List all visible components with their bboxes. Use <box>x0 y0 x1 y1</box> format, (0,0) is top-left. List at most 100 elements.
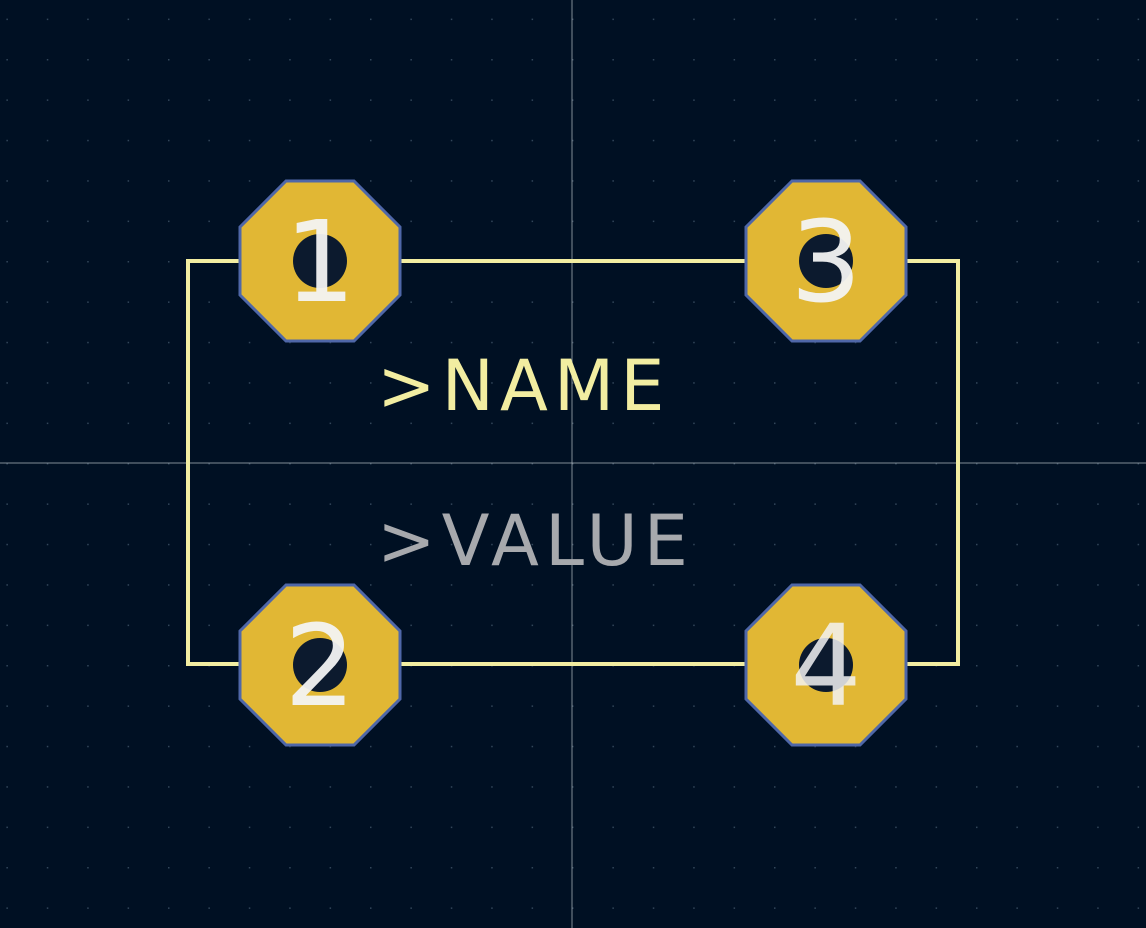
grid-dot <box>370 59 372 61</box>
grid-dot <box>774 584 776 586</box>
grid-dot <box>127 59 130 61</box>
grid-dot <box>329 59 332 61</box>
grid-dot <box>612 907 614 909</box>
grid-dot <box>895 786 897 788</box>
grid-dot <box>46 382 49 384</box>
grid-dot <box>1137 180 1140 182</box>
grid-dot <box>1097 341 1099 344</box>
grid-dot <box>935 301 938 303</box>
grid-dot <box>289 826 291 829</box>
grid-dot <box>248 382 251 384</box>
grid-dot <box>168 301 170 303</box>
grid-dot <box>935 826 938 829</box>
grid-dot <box>87 907 89 909</box>
value-reference-text[interactable]: >VALUE <box>377 500 694 582</box>
grid-dot <box>935 59 938 61</box>
grid-dot <box>168 907 170 909</box>
grid-dot <box>491 99 493 101</box>
grid-dot <box>168 745 170 748</box>
grid-dot <box>87 665 89 667</box>
name-reference-text[interactable]: >NAME <box>377 345 671 427</box>
grid-dot <box>127 745 130 748</box>
grid-dot <box>652 301 655 303</box>
grid-dot <box>87 745 89 748</box>
grid-dot <box>289 543 291 546</box>
grid-dot <box>491 59 493 61</box>
grid-dot <box>976 180 978 182</box>
grid-dot <box>531 341 534 344</box>
grid-dot <box>329 422 332 425</box>
grid-dot <box>87 867 89 869</box>
grid-dot <box>693 624 695 627</box>
grid-dot <box>248 543 251 546</box>
grid-dot <box>693 99 695 101</box>
grid-dot <box>612 624 614 627</box>
grid-dot <box>531 624 534 627</box>
grid-dot <box>87 422 89 425</box>
grid-dot <box>248 745 251 748</box>
grid-dot <box>450 826 453 829</box>
grid-dot <box>652 826 655 829</box>
grid-dot <box>1016 584 1018 586</box>
grid-dot <box>1056 18 1059 21</box>
pad-3[interactable]: 3 <box>744 179 908 343</box>
grid-dot <box>895 18 897 21</box>
grid-dot <box>450 180 453 182</box>
grid-dot <box>652 341 655 344</box>
pcb-footprint-canvas[interactable]: 1 3 2 4 >NAME >VALUE <box>0 0 1146 928</box>
grid-dot <box>6 220 8 223</box>
pad-4[interactable]: 4 <box>744 583 908 747</box>
pad-2[interactable]: 2 <box>238 583 402 747</box>
grid-dot <box>1137 503 1140 505</box>
grid-dot <box>6 503 8 505</box>
grid-dot <box>87 503 89 505</box>
grid-dot <box>127 543 130 546</box>
grid-dot <box>612 180 614 182</box>
grid-dot <box>450 745 453 748</box>
grid-dot <box>329 139 332 142</box>
grid-dot <box>168 180 170 182</box>
grid-dot <box>1137 422 1140 425</box>
grid-dot <box>87 543 89 546</box>
grid-dot <box>87 180 89 182</box>
grid-dot <box>329 826 332 829</box>
grid-dot <box>491 867 493 869</box>
pad-1[interactable]: 1 <box>238 179 402 343</box>
grid-dot <box>1016 624 1018 627</box>
grid-dot <box>208 220 210 223</box>
grid-dot <box>733 59 736 61</box>
grid-dot <box>410 907 412 909</box>
grid-dot <box>46 503 49 505</box>
grid-dot <box>693 59 695 61</box>
grid-dot <box>935 705 938 707</box>
grid-dot <box>612 59 614 61</box>
grid-dot <box>531 786 534 788</box>
grid-dot <box>733 180 736 182</box>
grid-dot <box>370 382 372 384</box>
grid-dot <box>733 341 736 344</box>
grid-dot <box>814 907 816 909</box>
grid-dot <box>1056 786 1059 788</box>
grid-dot <box>208 99 210 101</box>
grid-dot <box>329 867 332 869</box>
grid-dot <box>1056 745 1059 748</box>
grid-dot <box>87 139 89 142</box>
grid-dot <box>895 584 897 586</box>
grid-dot <box>168 503 170 505</box>
grid-dot <box>46 665 49 667</box>
grid-dot <box>612 786 614 788</box>
grid-dot <box>370 180 372 182</box>
grid-dot <box>127 139 130 142</box>
grid-dot <box>248 584 251 586</box>
grid-dot <box>289 422 291 425</box>
grid-dot <box>370 543 372 546</box>
grid-dot <box>370 422 372 425</box>
grid-dot <box>168 139 170 142</box>
grid-dot <box>127 261 130 263</box>
grid-dot <box>127 503 130 505</box>
grid-dot <box>693 139 695 142</box>
grid-dot <box>370 341 372 344</box>
grid-dot <box>491 826 493 829</box>
grid-dot <box>1056 301 1059 303</box>
grid-dot <box>733 705 736 707</box>
